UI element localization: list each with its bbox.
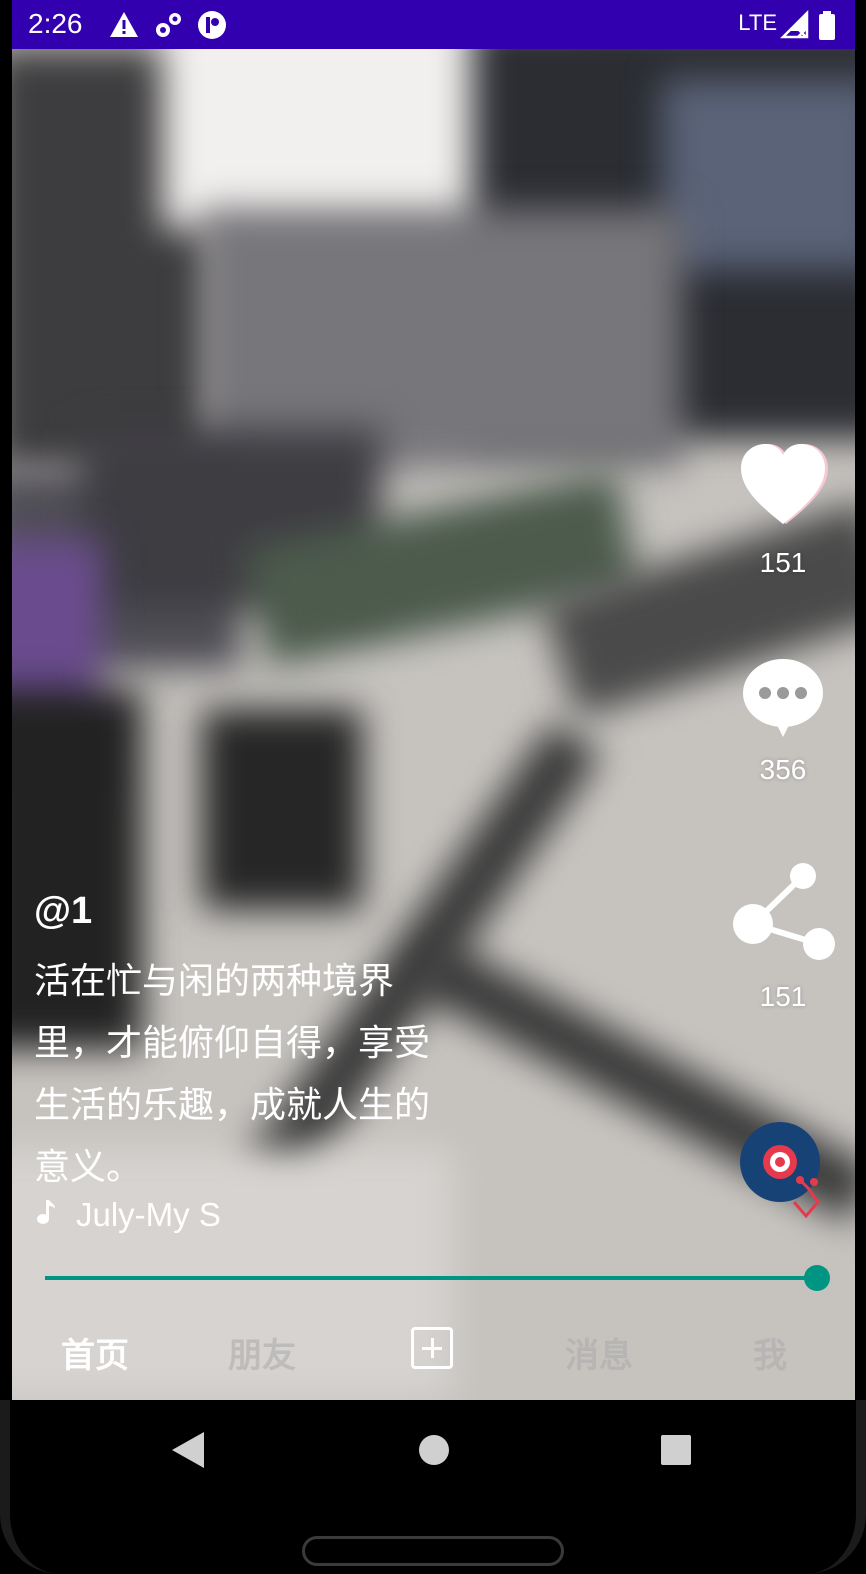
heart-icon xyxy=(741,444,828,524)
music-disc-button[interactable] xyxy=(728,1120,838,1225)
video-player[interactable]: 151 356 151 @1 活在忙与闲的两种境界里，才能俯仰自得，享受生活的乐… xyxy=(12,0,855,1400)
tab-messages[interactable]: 消息 xyxy=(565,1328,633,1377)
share-button[interactable]: 151 xyxy=(728,862,838,1013)
comment-bubble-icon xyxy=(743,659,823,737)
like-count: 151 xyxy=(759,547,807,578)
add-icon[interactable] xyxy=(411,1327,453,1369)
status-time: 2:26 xyxy=(28,8,83,39)
author-handle[interactable]: @1 xyxy=(34,890,92,933)
music-note-icon xyxy=(34,1196,56,1234)
tab-me[interactable]: 我 xyxy=(753,1328,787,1377)
share-icon xyxy=(733,863,835,960)
status-bar: 2:26 LTE xyxy=(12,0,855,49)
network-type: LTE xyxy=(738,10,777,35)
warning-icon xyxy=(110,12,138,37)
tab-home[interactable]: 首页 xyxy=(61,1328,129,1377)
settings-gear-icon xyxy=(156,13,181,37)
gesture-pill xyxy=(302,1536,564,1566)
video-progress-bar[interactable] xyxy=(45,1265,830,1291)
vinyl-disc-icon xyxy=(740,1122,820,1219)
progress-fill xyxy=(45,1276,817,1280)
comment-count: 356 xyxy=(759,754,807,785)
music-title: July-My S xyxy=(76,1196,221,1233)
battery-icon xyxy=(819,11,835,40)
comment-button[interactable]: 356 xyxy=(728,657,838,786)
bottom-tab-bar: 首页 朋友 消息 我 xyxy=(12,1310,855,1390)
music-info[interactable]: July-My S xyxy=(34,1196,234,1234)
app-notification-icon xyxy=(198,11,226,39)
post-description: 活在忙与闲的两种境界里，才能俯仰自得，享受生活的乐趣，成就人生的意义。 xyxy=(34,960,431,1187)
signal-icon xyxy=(779,9,809,39)
share-count: 151 xyxy=(759,981,807,1012)
like-button[interactable]: 151 xyxy=(728,440,838,579)
tab-friends[interactable]: 朋友 xyxy=(228,1328,296,1377)
progress-thumb[interactable] xyxy=(804,1265,830,1291)
